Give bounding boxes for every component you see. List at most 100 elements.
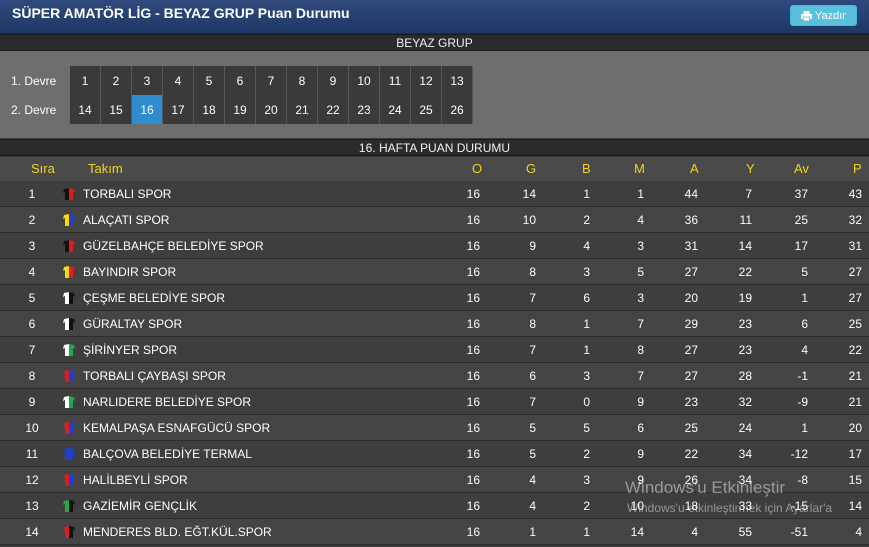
team-kit-icon	[63, 526, 75, 538]
team-name[interactable]: GAZİEMİR GENÇLİK	[83, 493, 197, 519]
played-cell: 16	[466, 421, 480, 435]
col-played: O	[472, 161, 483, 176]
rank-cell: 12	[25, 473, 39, 487]
won-cell: 8	[529, 317, 536, 331]
goal-difference-cell: 6	[801, 317, 808, 331]
team-kit-icon	[63, 188, 75, 200]
activation-watermark-text: Windows'u etkinleştirmek için Ayarlar'a	[627, 501, 833, 515]
week-button[interactable]: 14	[70, 95, 101, 124]
week-button[interactable]: 6	[225, 66, 256, 95]
table-row: 10 KEMALPAŞA ESNAFGÜCÜ SPOR 16 5 5 6 25 24 1 20	[0, 415, 869, 441]
table-row: 4 BAYINDIR SPOR 16 8 3 5 27 22 5 27	[0, 259, 869, 285]
played-cell: 16	[466, 213, 480, 227]
week-button[interactable]: 1	[70, 66, 101, 95]
rank-cell: 2	[28, 213, 36, 227]
played-cell: 16	[466, 265, 480, 279]
week-button[interactable]: 16	[132, 95, 163, 124]
devre-row-1: 1. Devre 1 2 3 4 5 6 7 8 9 10 11 12 13	[0, 66, 473, 95]
col-team: Takım	[88, 161, 123, 176]
team-kit-icon	[63, 396, 75, 408]
team-name[interactable]: GÜZELBAHÇE BELEDİYE SPOR	[83, 233, 264, 259]
won-cell: 10	[522, 213, 536, 227]
team-kit-icon	[63, 474, 75, 486]
goals-for-cell: 29	[684, 317, 698, 331]
week-button[interactable]: 11	[380, 66, 411, 95]
team-name[interactable]: KEMALPAŞA ESNAFGÜCÜ SPOR	[83, 415, 270, 441]
standings-header: Sıra Takım O G B M A Y Av P	[0, 157, 869, 181]
points-cell: 20	[848, 421, 862, 435]
goals-for-cell: 23	[684, 395, 698, 409]
team-name[interactable]: GÜRALTAY SPOR	[83, 311, 182, 337]
week-button[interactable]: 26	[442, 95, 473, 124]
goals-against-cell: 22	[738, 265, 752, 279]
week-button[interactable]: 2	[101, 66, 132, 95]
week-button[interactable]: 8	[287, 66, 318, 95]
devre-label: 2. Devre	[11, 102, 57, 117]
team-name[interactable]: ALAÇATI SPOR	[83, 207, 169, 233]
week-button[interactable]: 24	[380, 95, 411, 124]
won-cell: 14	[522, 187, 536, 201]
week-button[interactable]: 3	[132, 66, 163, 95]
rank-cell: 11	[25, 447, 39, 461]
team-name[interactable]: BAYINDIR SPOR	[83, 259, 176, 285]
won-cell: 1	[529, 525, 536, 539]
rank-cell: 13	[25, 499, 39, 513]
week-button[interactable]: 9	[318, 66, 349, 95]
week-button[interactable]: 17	[163, 95, 194, 124]
played-cell: 16	[466, 343, 480, 357]
points-cell: 14	[848, 499, 862, 513]
goals-for-cell: 27	[684, 369, 698, 383]
team-name[interactable]: HALİLBEYLİ SPOR	[83, 467, 188, 493]
points-cell: 15	[848, 473, 862, 487]
table-row: 11 BALÇOVA BELEDİYE TERMAL 16 5 2 9 22 34 -12 17	[0, 441, 869, 467]
won-cell: 5	[529, 447, 536, 461]
table-row: 6 GÜRALTAY SPOR 16 8 1 7 29 23 6 25	[0, 311, 869, 337]
week-button[interactable]: 15	[101, 95, 132, 124]
team-kit-icon	[63, 266, 75, 278]
week-button[interactable]: 18	[194, 95, 225, 124]
print-button[interactable]: Yazdır	[790, 5, 857, 26]
team-name[interactable]: MENDERES BLD. EĞT.KÜL.SPOR	[83, 519, 272, 545]
week-button[interactable]: 4	[163, 66, 194, 95]
team-name[interactable]: NARLIDERE BELEDİYE SPOR	[83, 389, 251, 415]
week-button[interactable]: 5	[194, 66, 225, 95]
lost-cell: 3	[637, 239, 644, 253]
rank-cell: 8	[28, 369, 36, 383]
goals-against-cell: 55	[738, 525, 752, 539]
drawn-cell: 2	[583, 447, 590, 461]
drawn-cell: 2	[583, 499, 590, 513]
goals-against-cell: 28	[738, 369, 752, 383]
rank-cell: 3	[28, 239, 36, 253]
table-row: 14 MENDERES BLD. EĞT.KÜL.SPOR 16 1 1 14 4 55 -51…	[0, 519, 869, 545]
played-cell: 16	[466, 395, 480, 409]
week-button[interactable]: 19	[225, 95, 256, 124]
team-name[interactable]: TORBALI SPOR	[83, 181, 171, 207]
team-name[interactable]: TORBALI ÇAYBAŞI SPOR	[83, 363, 226, 389]
print-label: Yazdır	[815, 9, 846, 22]
goals-against-cell: 14	[738, 239, 752, 253]
played-cell: 16	[466, 291, 480, 305]
activation-watermark-title: Windows'u Etkinleştir	[625, 478, 786, 497]
goals-against-cell: 11	[739, 213, 752, 227]
goals-for-cell: 27	[684, 265, 698, 279]
team-name[interactable]: ÇEŞME BELEDİYE SPOR	[83, 285, 225, 311]
week-button[interactable]: 22	[318, 95, 349, 124]
week-button[interactable]: 7	[256, 66, 287, 95]
drawn-cell: 1	[583, 317, 590, 331]
lost-cell: 9	[637, 395, 644, 409]
col-drawn: B	[582, 161, 591, 176]
team-name[interactable]: ŞİRİNYER SPOR	[83, 337, 177, 363]
points-cell: 4	[855, 525, 862, 539]
played-cell: 16	[466, 499, 480, 513]
week-button[interactable]: 12	[411, 66, 442, 95]
table-row: 3 GÜZELBAHÇE BELEDİYE SPOR 16 9 4 3 31 14 17 31	[0, 233, 869, 259]
week-button[interactable]: 20	[256, 95, 287, 124]
lost-cell: 1	[637, 187, 644, 201]
week-button[interactable]: 25	[411, 95, 442, 124]
week-button[interactable]: 13	[442, 66, 473, 95]
week-button[interactable]: 23	[349, 95, 380, 124]
team-name[interactable]: BALÇOVA BELEDİYE TERMAL	[83, 441, 252, 467]
week-button[interactable]: 10	[349, 66, 380, 95]
week-button[interactable]: 21	[287, 95, 318, 124]
points-cell: 32	[848, 213, 862, 227]
